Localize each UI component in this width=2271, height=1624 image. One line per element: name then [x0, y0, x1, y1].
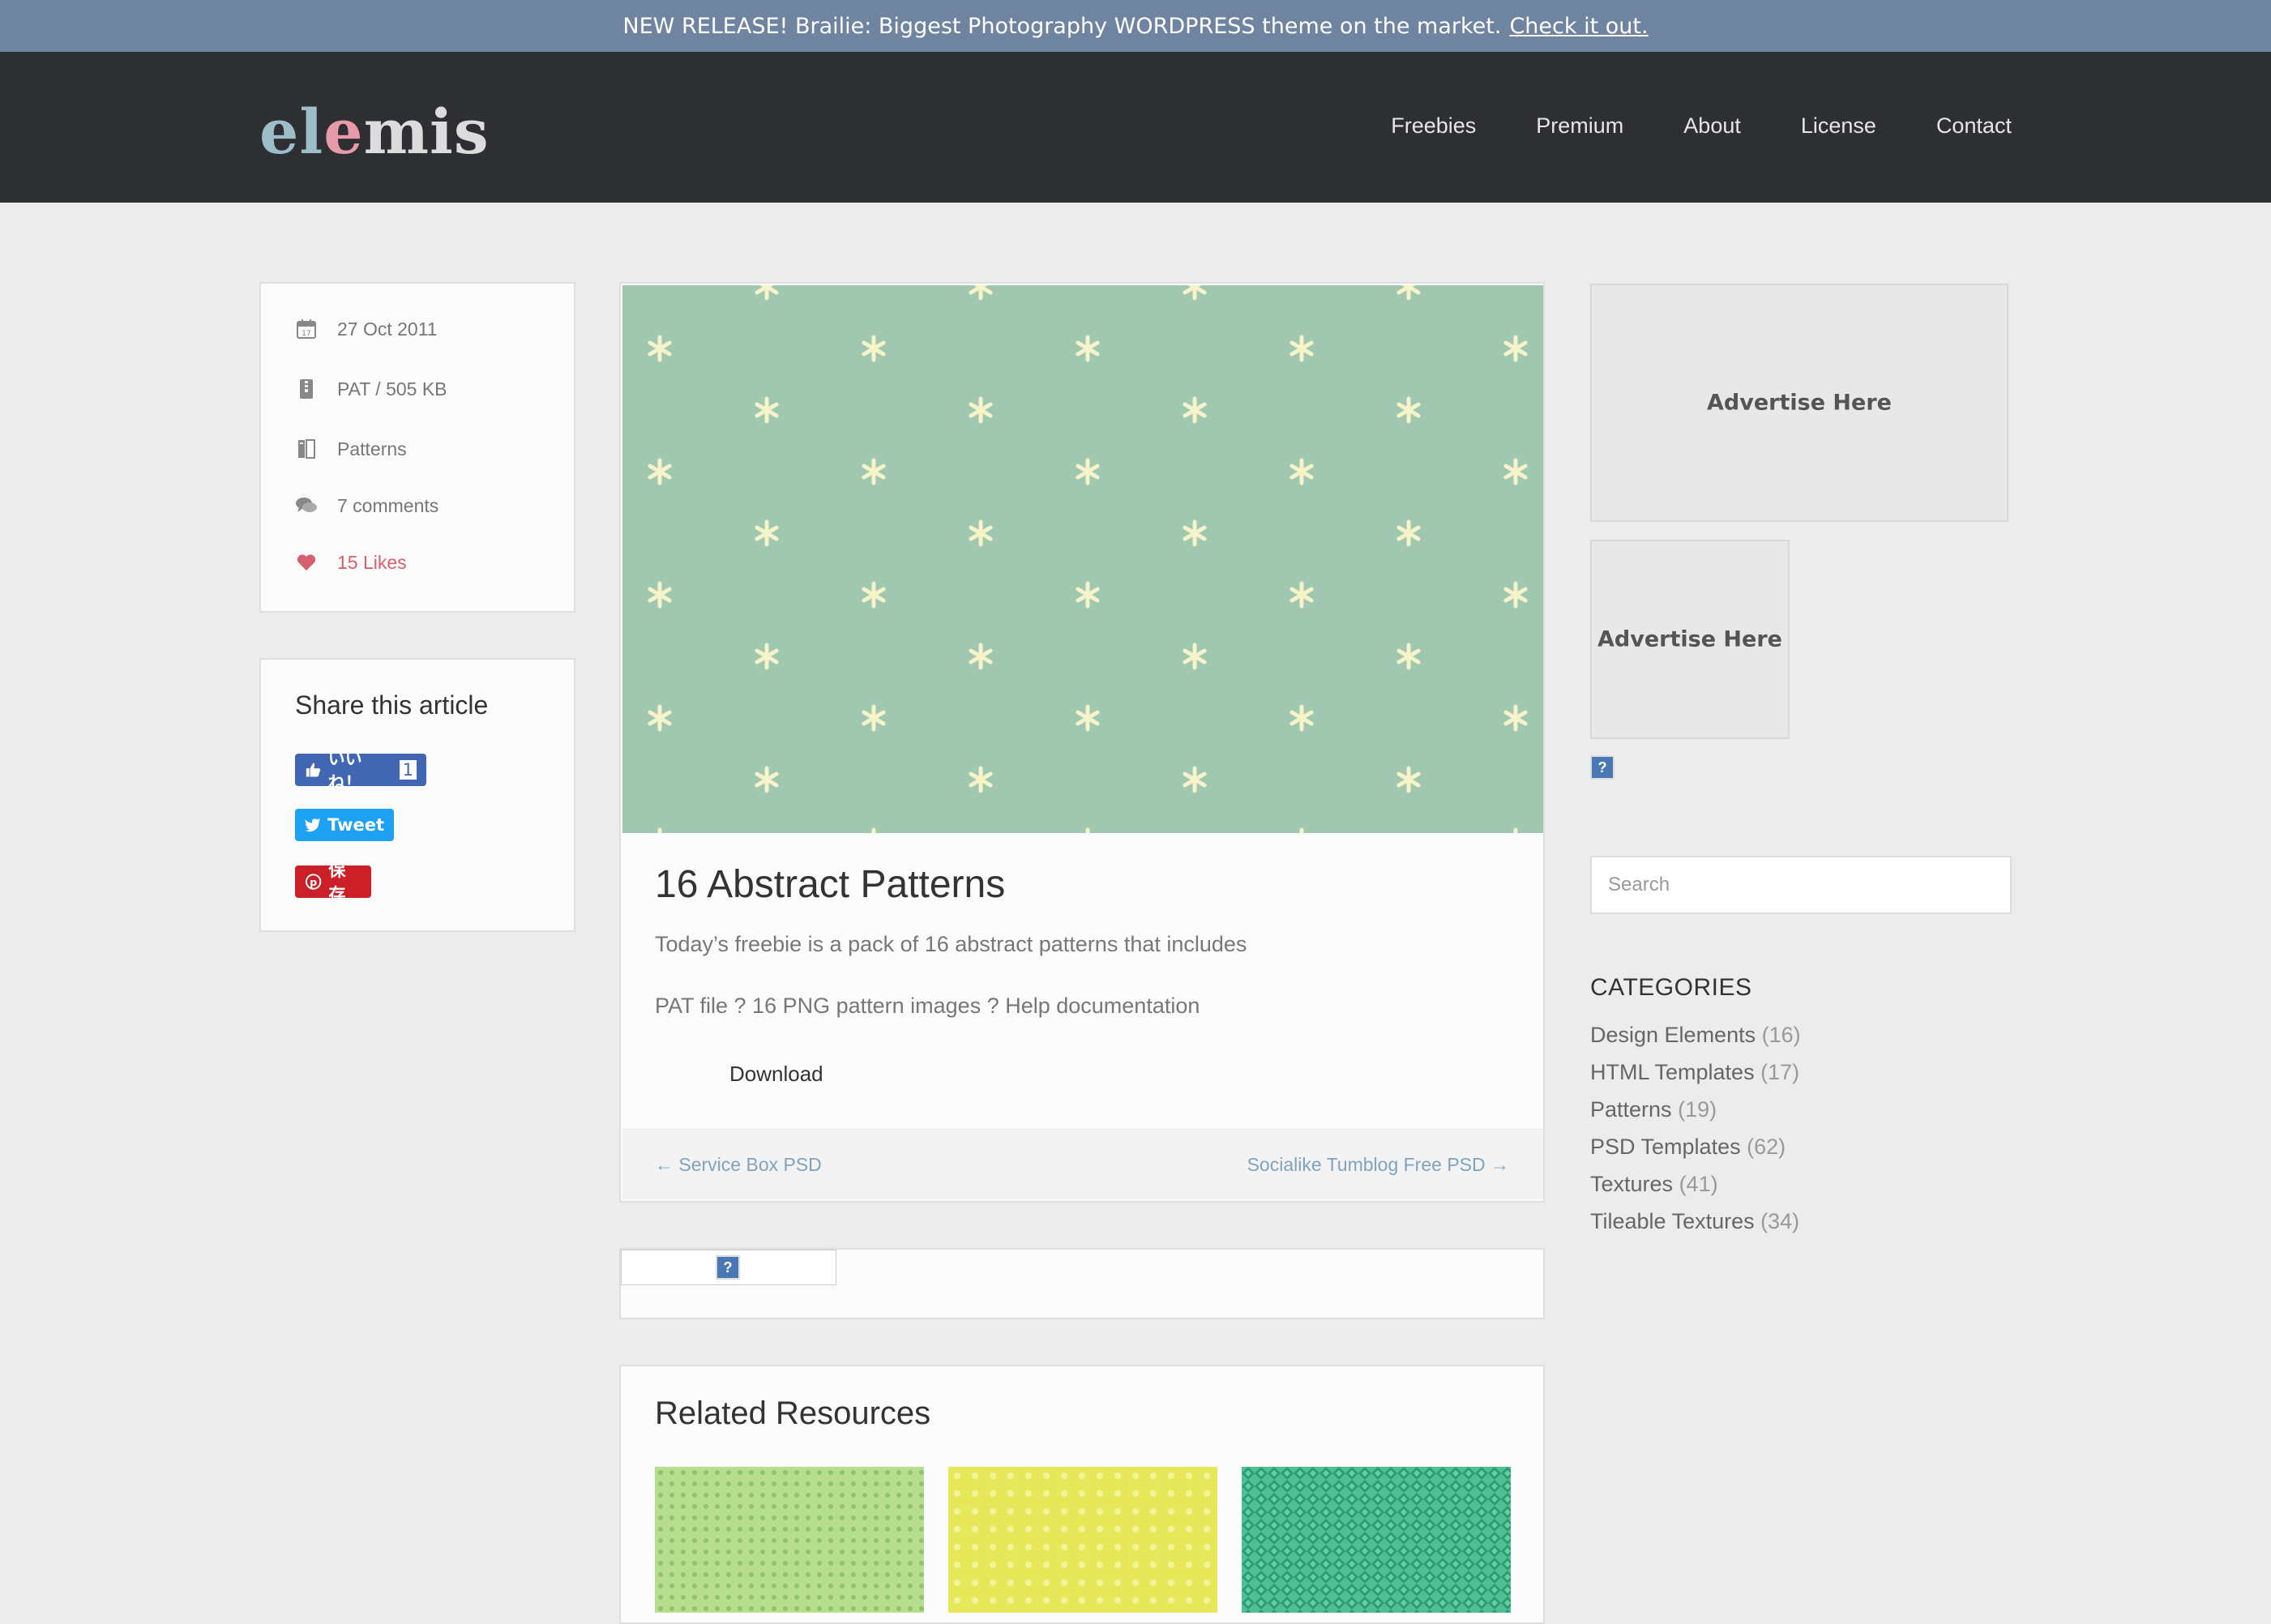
share-title: Share this article [295, 690, 489, 720]
category-item[interactable]: Textures (41) [1590, 1172, 1801, 1209]
main-nav: Freebies Premium About License Contact [1391, 113, 2012, 139]
meta-date-text: 27 Oct 2011 [337, 318, 438, 340]
facebook-like-button[interactable]: いいね！ 1 [295, 749, 426, 793]
comments-widget: ? [619, 1248, 1545, 1319]
search-input[interactable] [1590, 856, 2012, 914]
related-title: Related Resources [655, 1395, 931, 1431]
svg-text:p: p [310, 876, 317, 888]
category-item[interactable]: PSD Templates (62) [1590, 1135, 1801, 1172]
category-name: HTML Templates [1590, 1060, 1755, 1084]
meta-category[interactable]: Patterns [295, 438, 407, 460]
announcement-link[interactable]: Check it out. [1509, 14, 1648, 39]
category-item[interactable]: Patterns (19) [1590, 1097, 1801, 1135]
category-name: Design Elements [1590, 1023, 1756, 1047]
ad-banner-square[interactable]: Advertise Here [1590, 540, 1790, 739]
pinterest-icon: p [305, 874, 322, 890]
prev-post-link[interactable]: ← Service Box PSD [655, 1154, 822, 1176]
nav-freebies[interactable]: Freebies [1391, 113, 1476, 139]
broken-image-icon: ? [1590, 755, 1615, 780]
ad-banner-large[interactable]: Advertise Here [1590, 284, 2008, 522]
category-name: Textures [1590, 1172, 1674, 1196]
pattern-preview-image[interactable] [622, 285, 1543, 833]
category-count: (62) [1747, 1135, 1786, 1159]
category-name: Tileable Textures [1590, 1209, 1755, 1233]
categories-heading: CATEGORIES [1590, 974, 1752, 1001]
category-count: (41) [1679, 1172, 1718, 1196]
category-count: (19) [1678, 1097, 1717, 1122]
book-icon [298, 439, 315, 459]
site-logo[interactable]: elemis [259, 96, 490, 168]
tweet-button[interactable]: Tweet [295, 809, 394, 841]
tweet-label: Tweet [327, 815, 384, 835]
widget-placeholder: ? [621, 1250, 836, 1285]
category-count: (17) [1760, 1060, 1800, 1084]
logo-part-3: mis [363, 96, 490, 168]
category-item[interactable]: Tileable Textures (34) [1590, 1209, 1801, 1246]
broken-image-icon: ? [716, 1255, 740, 1280]
nav-license[interactable]: License [1801, 113, 1876, 139]
facebook-like-label: いいね！ [327, 749, 362, 793]
nav-premium[interactable]: Premium [1536, 113, 1623, 139]
logo-part-2: e [323, 96, 364, 168]
site-header: elemis Freebies Premium About License Co… [0, 52, 2271, 203]
category-count: (34) [1760, 1209, 1800, 1233]
meta-likes[interactable]: 15 Likes [295, 551, 407, 574]
category-name: PSD Templates [1590, 1135, 1741, 1159]
ad-label-2: Advertise Here [1597, 626, 1782, 652]
facebook-like-count: 1 [398, 760, 417, 780]
zip-file-icon [300, 379, 313, 399]
article-title: 16 Abstract Patterns [655, 863, 1006, 906]
meta-comments-text: 7 comments [337, 494, 439, 516]
meta-file-text: PAT / 505 KB [337, 378, 447, 400]
related-resources-card: Related Resources [619, 1365, 1545, 1624]
meta-category-text: Patterns [337, 438, 407, 459]
logo-part-1: el [259, 96, 324, 168]
nav-about[interactable]: About [1683, 113, 1741, 139]
post-meta-card: 17 27 Oct 2011 PAT / 505 KB Patterns 7 c… [259, 282, 575, 613]
meta-comments[interactable]: 7 comments [295, 494, 438, 517]
svg-text:17: 17 [302, 330, 310, 338]
share-card: Share this article いいね！ 1 Tweet p 保存 [259, 658, 575, 932]
thumbs-up-icon [306, 763, 321, 777]
nav-contact[interactable]: Contact [1936, 113, 2012, 139]
meta-file: PAT / 505 KB [295, 378, 447, 400]
category-item[interactable]: Design Elements (16) [1590, 1023, 1801, 1060]
meta-likes-text: 15 Likes [337, 551, 407, 573]
heart-icon [297, 554, 316, 571]
related-thumb-3[interactable] [1242, 1467, 1511, 1613]
category-name: Patterns [1590, 1097, 1672, 1122]
related-thumb-1[interactable] [655, 1467, 924, 1613]
meta-date: 17 27 Oct 2011 [295, 318, 438, 340]
categories-list: Design Elements (16) HTML Templates (17)… [1590, 1023, 1801, 1246]
comments-icon [296, 498, 317, 512]
calendar-icon: 17 [297, 319, 316, 339]
related-thumb-2[interactable] [948, 1467, 1217, 1613]
article-card: 16 Abstract Patterns Today’s freebie is … [619, 282, 1545, 1203]
pinterest-save-button[interactable]: p 保存 [295, 861, 371, 904]
article-intro: Today’s freebie is a pack of 16 abstract… [655, 932, 1247, 956]
article-includes: PAT file ? 16 PNG pattern images ? Help … [655, 994, 1200, 1018]
ad-label-1: Advertise Here [1707, 390, 1892, 416]
category-item[interactable]: HTML Templates (17) [1590, 1060, 1801, 1097]
download-button[interactable]: Download [729, 1062, 823, 1087]
category-count: (16) [1761, 1023, 1801, 1047]
announcement-bar: NEW RELEASE! Brailie: Biggest Photograph… [0, 0, 2271, 52]
pinterest-save-label: 保存 [328, 861, 346, 904]
post-navigation: ← Service Box PSD Socialike Tumblog Free… [622, 1129, 1543, 1199]
twitter-icon [305, 818, 321, 832]
next-post-link[interactable]: Socialike Tumblog Free PSD → [1247, 1154, 1509, 1176]
announcement-text: NEW RELEASE! Brailie: Biggest Photograph… [622, 13, 1502, 39]
